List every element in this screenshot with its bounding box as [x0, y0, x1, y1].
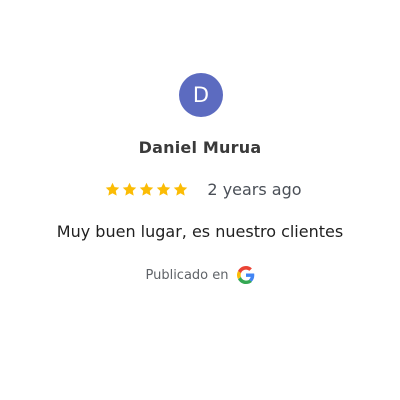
star-icon — [157, 182, 171, 196]
star-icon — [123, 182, 137, 196]
review-card: D Daniel Murua 2 years ago Muy buen luga… — [0, 0, 400, 400]
review-text: Muy buen lugar, es nuestro clientes — [56, 222, 344, 241]
avatar: D — [179, 73, 223, 117]
star-icon — [106, 182, 120, 196]
google-g-icon[interactable] — [236, 266, 255, 284]
published-on: Publicado en — [0, 264, 400, 286]
star-rating — [104, 181, 189, 198]
star-icon — [140, 182, 154, 196]
avatar-initial: D — [192, 82, 210, 107]
rating-row: 2 years ago — [0, 178, 400, 200]
star-icon — [174, 182, 188, 196]
reviewer-name: Daniel Murua — [138, 138, 262, 157]
review-time: 2 years ago — [207, 179, 302, 199]
published-label: Publicado en — [145, 267, 229, 283]
